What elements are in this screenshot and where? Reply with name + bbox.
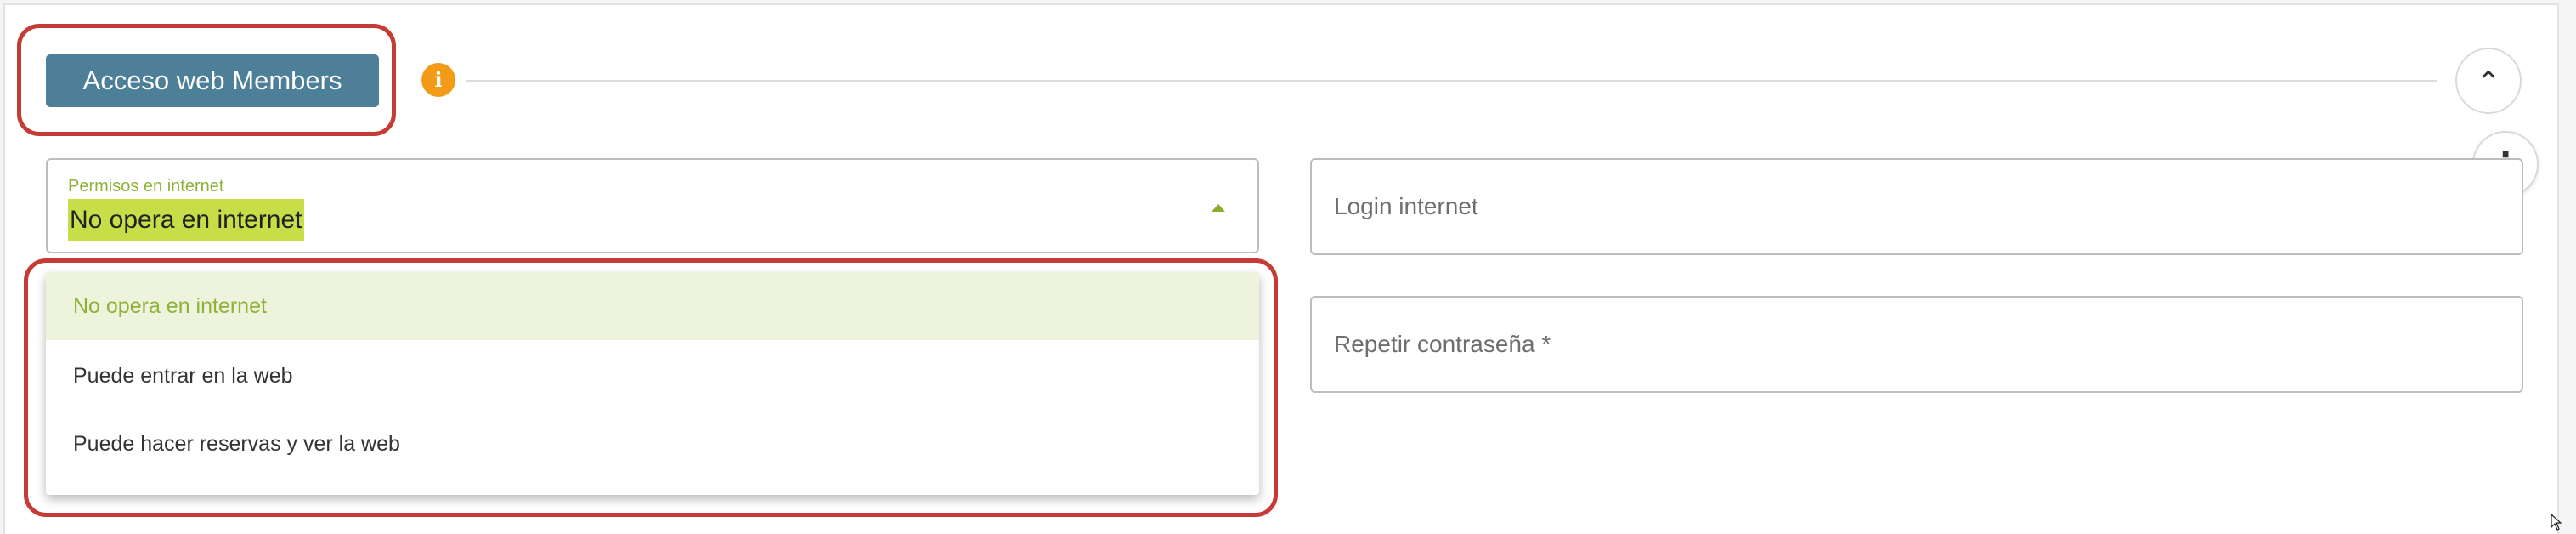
permissions-dropdown: No opera en internet Puede entrar en la …: [46, 272, 1259, 495]
chevron-up-icon: ⌃: [2476, 65, 2501, 99]
caret-up-icon: [1212, 204, 1225, 212]
permissions-select-value: No opera en internet: [68, 199, 304, 241]
permissions-select-label: Permisos en internet: [68, 177, 224, 196]
option-puede-entrar[interactable]: Puede entrar en la web: [46, 342, 1259, 410]
option-puede-reservar[interactable]: Puede hacer reservas y ver la web: [46, 410, 1259, 478]
repeat-password-field[interactable]: Repetir contraseña *: [1310, 296, 2523, 393]
collapse-button[interactable]: ⌃: [2455, 48, 2522, 114]
section-title-button[interactable]: Acceso web Members: [46, 54, 379, 107]
repeat-password-placeholder: Repetir contraseña *: [1334, 331, 1551, 357]
info-icon[interactable]: i: [421, 63, 455, 97]
permissions-select[interactable]: Permisos en internet No opera en interne…: [46, 158, 1259, 253]
section-divider: [466, 80, 2437, 82]
login-internet-placeholder: Login internet: [1334, 193, 1478, 219]
option-no-opera[interactable]: No opera en internet: [46, 272, 1259, 340]
login-internet-field[interactable]: Login internet: [1310, 158, 2523, 255]
mouse-cursor-icon: [2551, 514, 2562, 531]
